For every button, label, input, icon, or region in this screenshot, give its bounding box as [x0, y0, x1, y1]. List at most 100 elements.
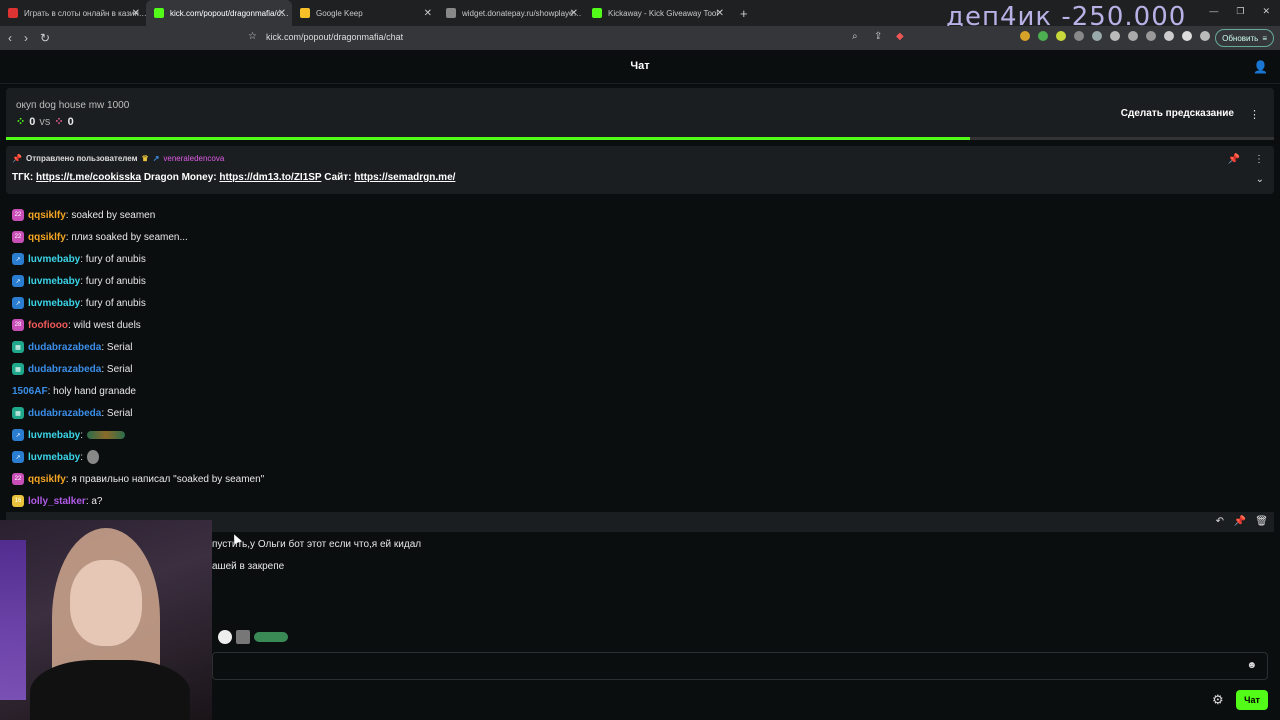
music-icon[interactable] — [1164, 31, 1174, 41]
pink-dots-icon: ⁘ — [54, 116, 64, 128]
chat-username[interactable]: dudabrazabeda — [28, 342, 101, 353]
chat-message[interactable]: ↗ luvmebaby: — [12, 424, 1212, 446]
pinned-user[interactable]: veneraledencova — [163, 154, 224, 163]
browser-tab[interactable]: Google Keep ✕ — [292, 0, 438, 26]
vs-label: vs — [39, 115, 51, 128]
chat-message[interactable]: 16 lolly_stalker: а? — [12, 490, 1212, 512]
extension-shield-icon[interactable]: ◆ — [896, 31, 904, 42]
browser-tab[interactable]: widget.donatepay.ru/showplaye… ✕ — [438, 0, 584, 26]
forward-icon[interactable]: › — [24, 31, 28, 45]
update-button[interactable]: Обновить ≡ — [1215, 29, 1274, 47]
chevron-down-icon[interactable]: ⌄ — [1256, 174, 1264, 185]
extension-icon[interactable] — [1092, 31, 1102, 41]
close-tab-icon[interactable]: ✕ — [570, 8, 578, 19]
delete-icon[interactable]: 🗑 — [1255, 516, 1268, 527]
emoji-icon[interactable]: ☻ — [1246, 660, 1257, 671]
zoom-icon[interactable]: ⌕ — [852, 31, 858, 42]
close-window-icon[interactable]: ✕ — [1262, 6, 1270, 17]
chat-message[interactable]: ↗ luvmebaby: fury of anubis — [12, 292, 1212, 314]
chat-username[interactable]: luvmebaby — [28, 298, 80, 309]
minimize-icon[interactable]: — — [1209, 6, 1218, 17]
users-icon[interactable]: 👤 — [1253, 60, 1268, 74]
extension-icon[interactable] — [1038, 31, 1048, 41]
url-field[interactable]: kick.com/popout/dragonmafia/chat — [266, 32, 403, 42]
chat-message[interactable]: ▦ dudabrazabeda: Serial — [12, 358, 1212, 380]
browser-tab[interactable]: kick.com/popout/dragonmafia/c… ✕ — [146, 0, 292, 26]
pinned-prefix: ТГК: — [12, 172, 34, 183]
puzzle-icon[interactable] — [1128, 31, 1138, 41]
user-badge-icon: ↗ — [12, 275, 24, 287]
chat-message[interactable]: 22 qqsiklfy: soaked by seamen — [12, 204, 1212, 226]
pinned-link[interactable]: https://semadrgn.me/ — [354, 172, 455, 183]
restore-icon[interactable]: ❐ — [1236, 6, 1244, 17]
send-chat-button[interactable]: Чат — [1236, 690, 1268, 710]
chat-username[interactable]: dudabrazabeda — [28, 364, 101, 375]
chat-username[interactable]: luvmebaby — [28, 254, 80, 265]
make-prediction-button[interactable]: Сделать предсказание — [1121, 108, 1234, 119]
star-icon[interactable] — [1182, 31, 1192, 41]
reload-icon[interactable]: ↻ — [40, 31, 50, 45]
reply-icon[interactable]: ↶ — [1216, 516, 1224, 527]
gear-icon[interactable]: ⚙ — [1212, 692, 1224, 708]
chat-username[interactable]: 1506AF — [12, 386, 48, 397]
user-badge-icon: ▦ — [12, 363, 24, 375]
browser-tab[interactable]: Играть в слоты онлайн в казин… ✕ — [0, 0, 146, 26]
bookmark-icon[interactable]: ☆ — [248, 31, 257, 42]
browser-tab[interactable]: Kickaway - Kick Giveaway Tool ✕ — [584, 0, 730, 26]
chat-username[interactable]: qqsiklfy — [28, 474, 66, 485]
chat-message[interactable]: ↗ luvmebaby: fury of anubis — [12, 248, 1212, 270]
close-tab-icon[interactable]: ✕ — [716, 8, 724, 19]
chat-username[interactable]: luvmebaby — [28, 430, 80, 441]
chat-text: : soaked by seamen — [65, 209, 156, 221]
emote-icon[interactable] — [236, 630, 250, 644]
tab-favicon-icon — [446, 8, 456, 18]
account-icon[interactable] — [1200, 31, 1210, 41]
chat-message[interactable]: ▦ dudabrazabeda: Serial — [12, 402, 1212, 424]
pin-message-icon[interactable]: 📌 — [1234, 516, 1246, 527]
extension-icon[interactable] — [1074, 31, 1084, 41]
chat-header: Чат 👤 — [0, 50, 1280, 84]
extension-icon[interactable] — [1020, 31, 1030, 41]
extension-icon[interactable] — [1146, 31, 1156, 41]
pinned-link[interactable]: https://t.me/cookisska — [36, 172, 141, 183]
chat-message[interactable]: 28 foofiooo: wild west duels — [12, 314, 1212, 336]
chat-input[interactable]: ☻ — [212, 652, 1268, 680]
chat-username[interactable]: foofiooo — [28, 320, 68, 331]
extension-icon[interactable] — [1056, 31, 1066, 41]
back-icon[interactable]: ‹ — [8, 31, 12, 45]
chat-message[interactable]: ▦ dudabrazabeda: Serial — [12, 336, 1212, 358]
pinned-link[interactable]: https://dm13.to/ZI1SP — [219, 172, 321, 183]
chat-username[interactable]: lolly_stalker — [28, 496, 86, 507]
chat-username[interactable]: luvmebaby — [28, 452, 80, 463]
tab-label: Google Keep — [316, 8, 363, 18]
chat-username[interactable]: dudabrazabeda — [28, 408, 101, 419]
unpin-icon[interactable]: 📌 — [1228, 154, 1240, 165]
more-options-icon[interactable]: ⋮ — [1254, 154, 1264, 165]
chat-text: : — [80, 429, 84, 441]
chat-username[interactable]: qqsiklfy — [28, 210, 66, 221]
more-options-icon[interactable]: ⋮ — [1249, 108, 1260, 121]
user-badge-icon: 22 — [12, 231, 24, 243]
user-badge-icon: 28 — [12, 319, 24, 331]
extension-icon[interactable] — [1110, 31, 1120, 41]
extensions-toolbar — [1020, 31, 1210, 41]
close-tab-icon[interactable]: ✕ — [278, 8, 286, 19]
chat-message[interactable]: 1506AF: holy hand granade — [12, 380, 1212, 402]
chat-message[interactable]: ↗ luvmebaby: fury of anubis — [12, 270, 1212, 292]
chat-message[interactable]: 22 qqsiklfy: плиз soaked by seamen... — [12, 226, 1212, 248]
chat-username[interactable]: qqsiklfy — [28, 232, 66, 243]
chat-message[interactable]: ↗ luvmebaby: — [12, 446, 1212, 468]
share-icon[interactable]: ⇪ — [874, 31, 882, 42]
chat-text: : Serial — [101, 407, 133, 419]
left-score: 0 — [29, 115, 36, 128]
chat-message[interactable]: 22 qqsiklfy: я правильно написал "soaked … — [12, 468, 1212, 490]
arrow-badge-icon: ↗ — [152, 154, 160, 163]
close-tab-icon[interactable]: ✕ — [132, 8, 140, 19]
emote-icon[interactable] — [254, 632, 288, 642]
tab-label: kick.com/popout/dragonmafia/c… — [170, 8, 289, 18]
chat-username[interactable]: luvmebaby — [28, 276, 80, 287]
emote-icon — [87, 431, 126, 439]
emote-icon[interactable] — [218, 630, 232, 644]
new-tab-button[interactable]: + — [730, 6, 758, 21]
close-tab-icon[interactable]: ✕ — [424, 8, 432, 19]
